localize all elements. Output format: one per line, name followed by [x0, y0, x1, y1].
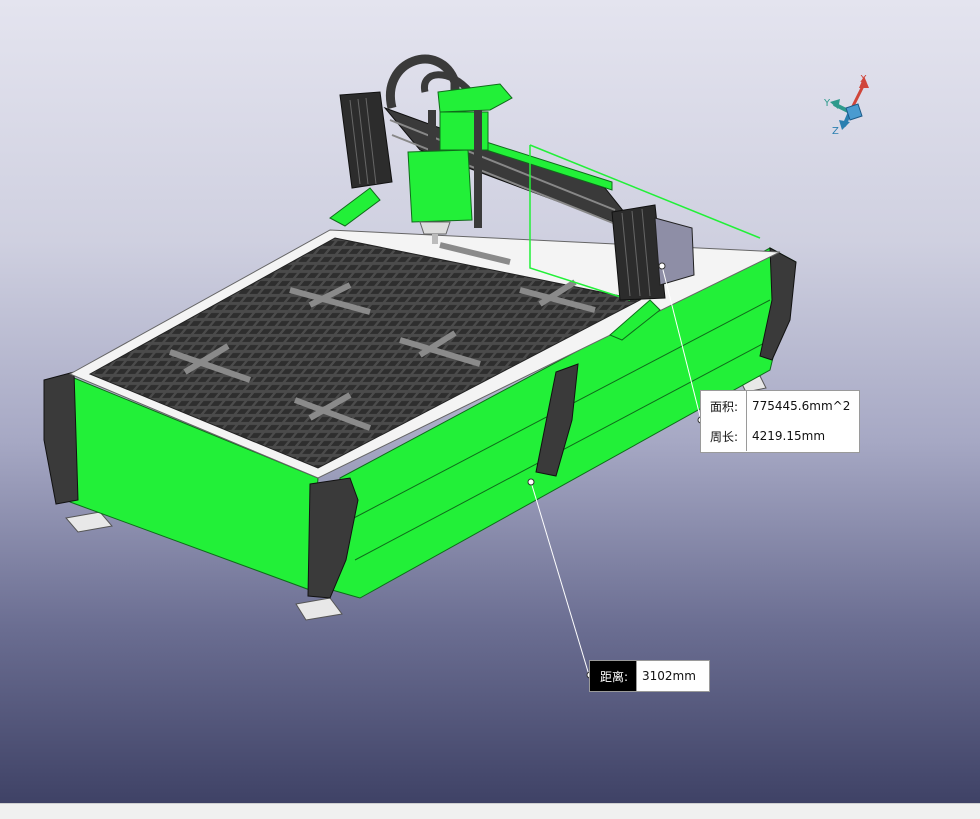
- triad-y-label: Y: [823, 98, 831, 109]
- triad-x-label: X: [860, 74, 867, 85]
- area-label: 面积:: [701, 391, 747, 421]
- distance-label: 距离:: [590, 661, 637, 691]
- graphics-viewport[interactable]: X Y Z 面积: 775445.6mm^2 周长: 4219.15mm 距离:…: [0, 0, 980, 803]
- perimeter-value: 4219.15mm: [752, 429, 826, 443]
- distance-value: 3102mm: [642, 669, 696, 683]
- area-value: 775445.6mm^2: [752, 399, 851, 413]
- measure-callout-distance[interactable]: 距离: 3102mm: [589, 660, 710, 692]
- measure-callout-area[interactable]: 面积: 775445.6mm^2 周长: 4219.15mm: [700, 390, 860, 453]
- area-row: 面积: 775445.6mm^2: [701, 391, 859, 421]
- perimeter-row: 周长: 4219.15mm: [701, 421, 859, 451]
- status-bar: [0, 803, 980, 819]
- perimeter-label: 周长:: [701, 421, 747, 451]
- triad-z-label: Z: [832, 126, 839, 137]
- gantry-motor-left: [339, 91, 393, 189]
- axis-triad[interactable]: X Y Z: [823, 74, 869, 137]
